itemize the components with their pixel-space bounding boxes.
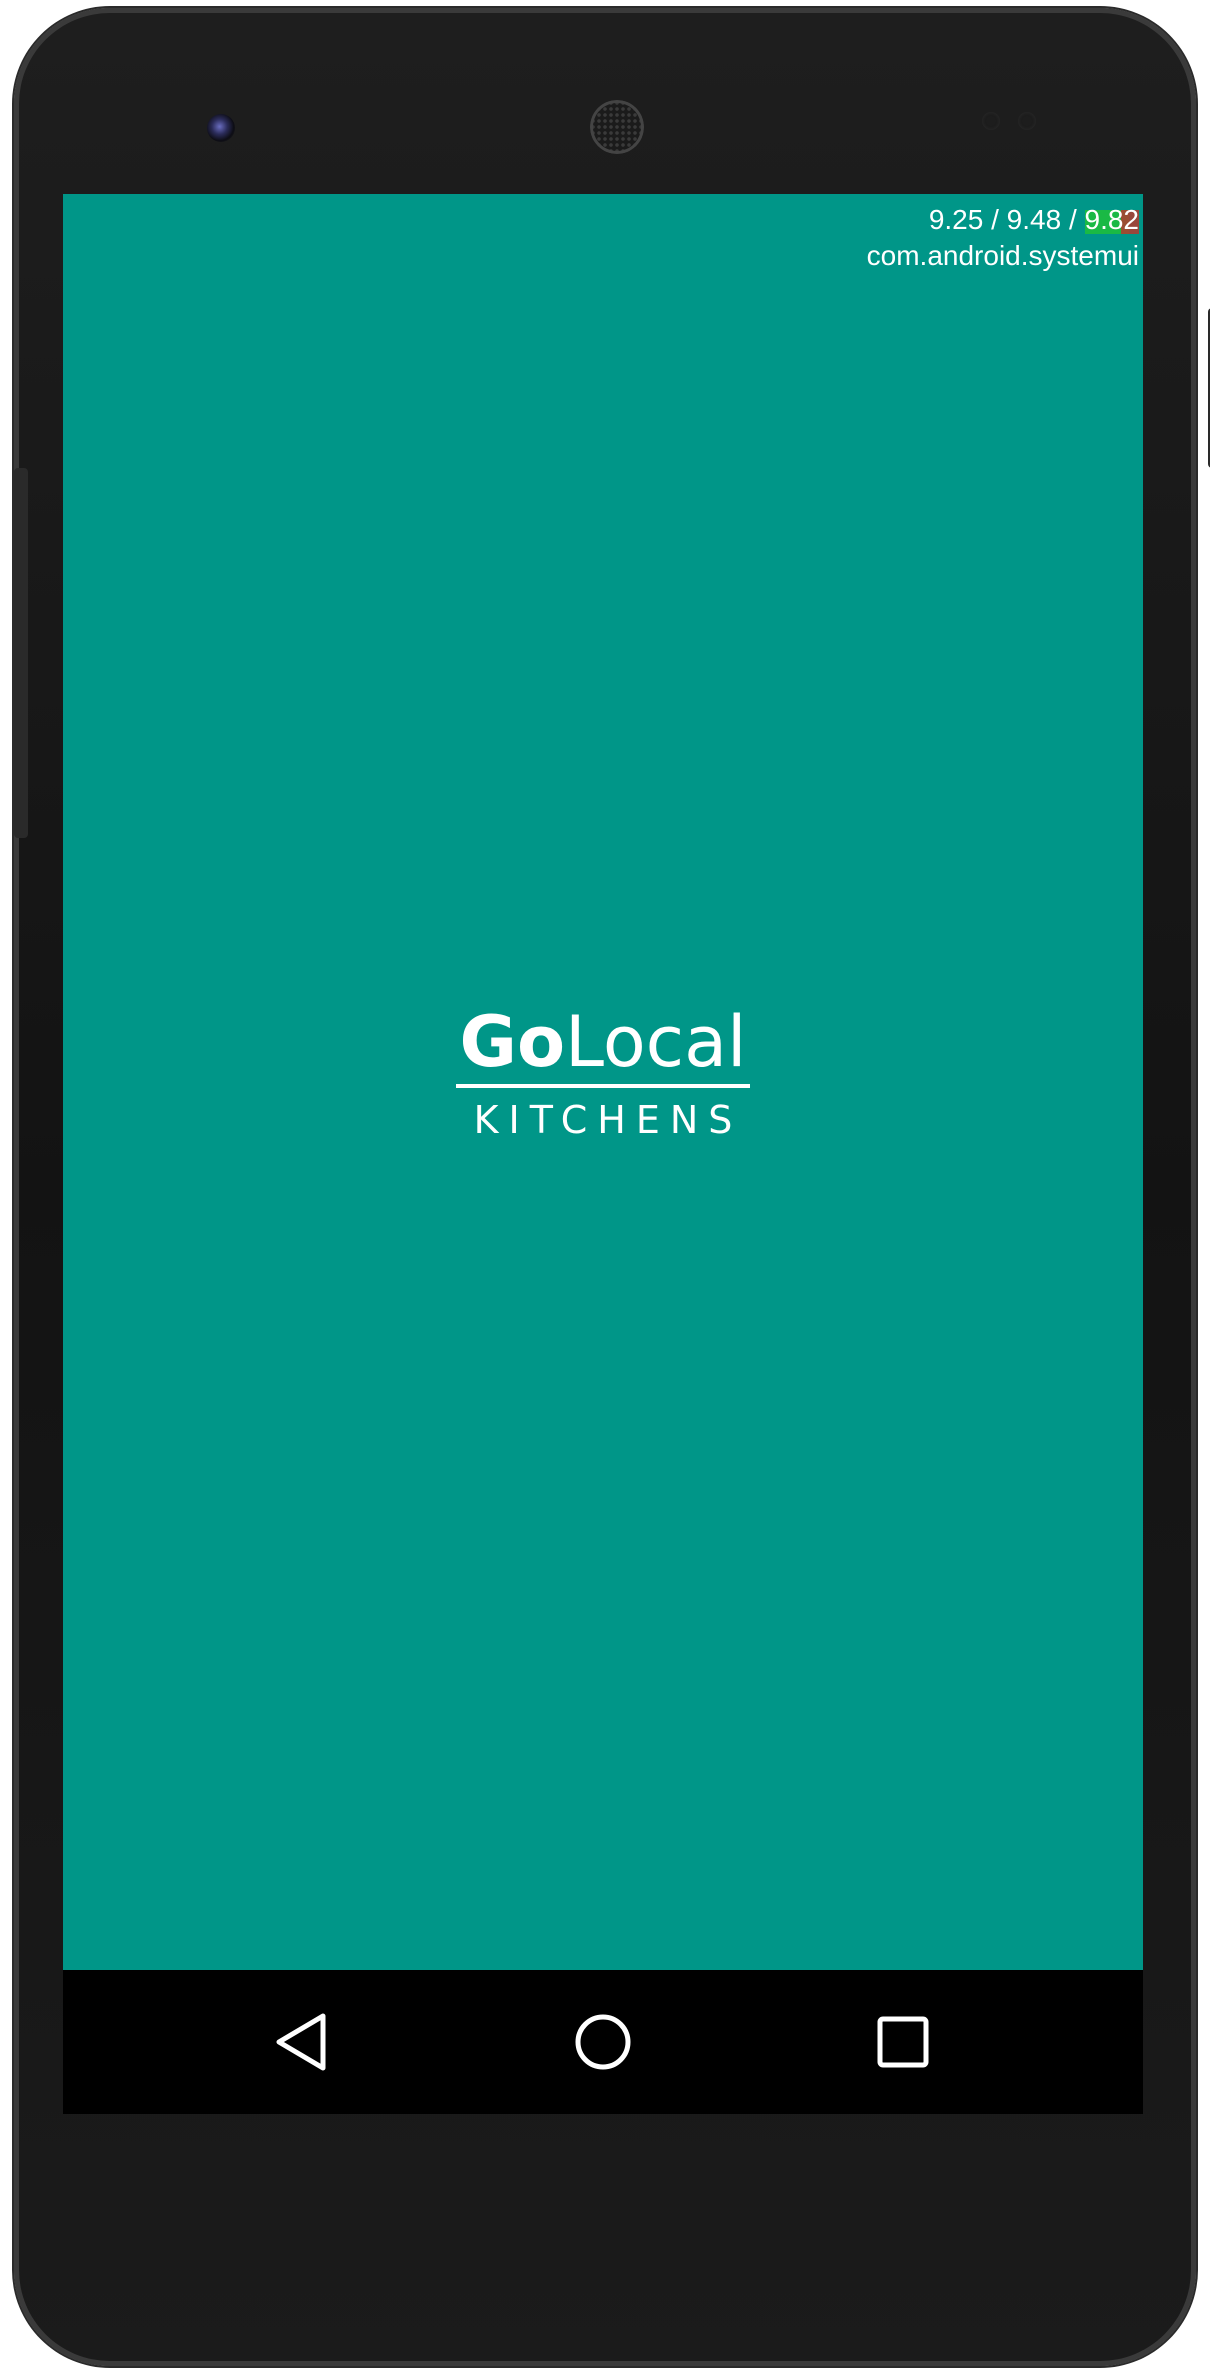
logo-wordmark: GoLocal [455, 1001, 751, 1088]
earpiece-speaker-icon [590, 100, 644, 154]
splash-screen: 9.25 / 9.48 / 9.82 com.android.systemui … [63, 194, 1143, 1970]
load-average: 9.25 / 9.48 / 9.82 [929, 202, 1139, 238]
logo-go: Go [459, 1001, 566, 1083]
back-icon [276, 2013, 326, 2071]
process-name: com.android.systemui [866, 240, 1139, 271]
logo-subtitle: KITCHENS [473, 1098, 743, 1142]
front-camera-icon [207, 114, 235, 142]
recents-button[interactable] [863, 2002, 943, 2082]
home-icon [575, 2014, 631, 2070]
cpu-load-overlay: 9.25 / 9.48 / 9.82 com.android.systemui [867, 202, 1139, 274]
app-logo: GoLocal KITCHENS [63, 1002, 1143, 1142]
volume-button [14, 468, 28, 838]
recents-icon [877, 2016, 929, 2068]
logo-local: Local [565, 1001, 747, 1083]
back-button[interactable] [263, 2002, 343, 2082]
proximity-sensor [982, 112, 1042, 132]
load-average-text: 9.25 / 9.48 / 9.82 [928, 204, 1139, 235]
navigation-bar [63, 1970, 1143, 2114]
home-button[interactable] [563, 2002, 643, 2082]
